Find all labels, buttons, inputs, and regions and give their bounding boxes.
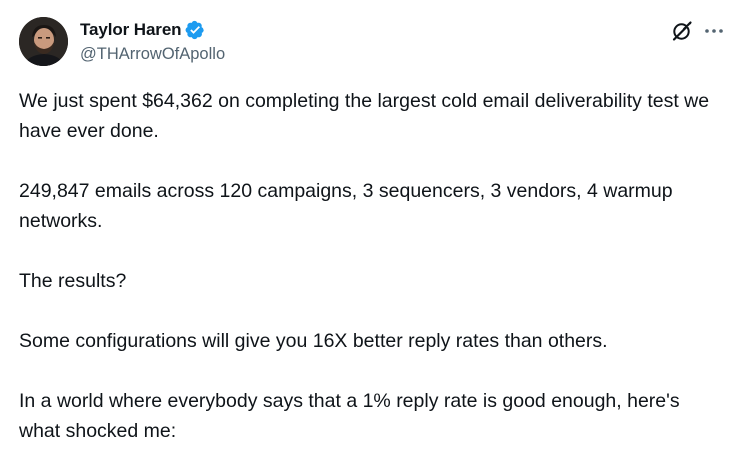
tweet-paragraph: 249,847 emails across 120 campaigns, 3 s… — [19, 180, 673, 232]
tweet-text: We just spent $64,362 on completing the … — [19, 86, 719, 457]
author-display-name[interactable]: Taylor Haren — [80, 20, 182, 40]
author-handle[interactable]: @THArrowOfApollo — [80, 45, 225, 64]
verified-badge-icon[interactable] — [185, 20, 205, 40]
tweet-paragraph: Some configurations will give you 16X be… — [19, 330, 608, 352]
tweet-paragraph: The results? — [19, 270, 127, 292]
avatar-image — [19, 17, 68, 66]
tweet-paragraph: We just spent $64,362 on completing the … — [19, 90, 710, 142]
tweet: Taylor Haren @THArrowOfApollo We just sp… — [0, 0, 747, 457]
more-options-icon[interactable] — [702, 19, 726, 43]
tweet-paragraph: In a world where everybody says that a 1… — [19, 390, 680, 442]
grok-icon[interactable] — [670, 19, 694, 43]
author-name-row: Taylor Haren — [80, 19, 205, 41]
avatar[interactable] — [19, 17, 68, 66]
